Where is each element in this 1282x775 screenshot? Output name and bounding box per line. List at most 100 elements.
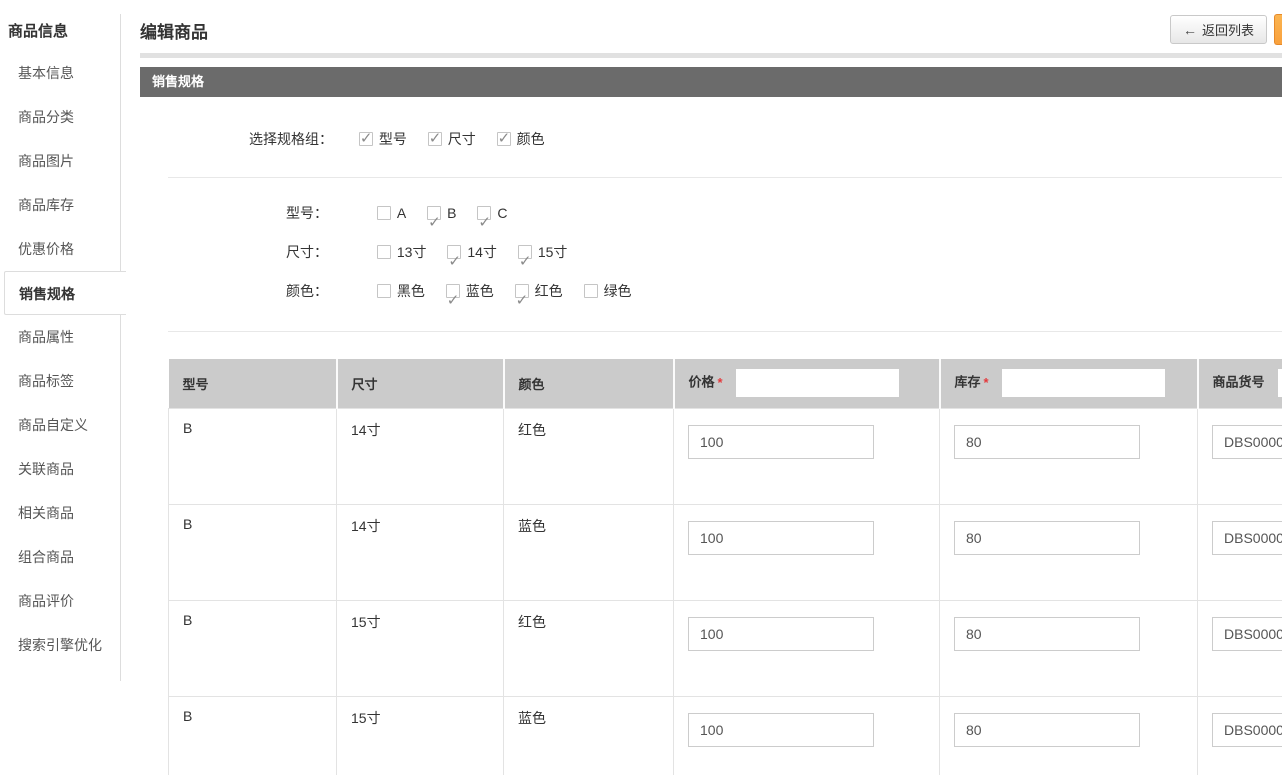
cell-size: 14寸	[336, 407, 504, 505]
checkmark-icon: ✓	[478, 214, 491, 231]
sidebar-item-seo[interactable]: 搜索引擎优化	[0, 623, 121, 667]
main-panel: 编辑商品 ← 返回列表 销售规格 选择规格组： ✓ 型号 ✓ 尺寸 ✓ 颜色 型号：	[121, 0, 1282, 775]
price-batch-input[interactable]	[736, 369, 900, 398]
page-title: 编辑商品	[140, 23, 208, 42]
sidebar-item-sales-spec[interactable]: 销售规格	[4, 271, 126, 315]
col-header-color: 颜色	[502, 359, 674, 408]
spec-option-label: 13寸	[396, 244, 427, 260]
cell-color: 红色	[503, 407, 674, 505]
price-input[interactable]	[688, 712, 874, 747]
checkbox-15inch[interactable]: ✓	[517, 245, 532, 270]
back-to-list-label: 返回列表	[1201, 23, 1254, 38]
spec-option-label: C	[497, 205, 508, 221]
sidebar-item-category[interactable]: 商品分类	[0, 95, 121, 139]
sidebar-item-tags[interactable]: 商品标签	[0, 359, 121, 403]
sku-input[interactable]	[1212, 520, 1282, 555]
checkmark-icon: ✓	[446, 292, 460, 309]
checkbox-14inch[interactable]: ✓	[447, 245, 462, 270]
cell-size: 15寸	[336, 599, 504, 697]
stock-batch-input[interactable]	[1002, 369, 1166, 398]
sku-row: B 14寸 蓝色	[168, 503, 1282, 601]
sku-input[interactable]	[1212, 616, 1282, 651]
sidebar-item-reviews[interactable]: 商品评价	[0, 579, 121, 623]
sidebar-header: 商品信息	[8, 23, 69, 40]
checkmark-icon: ✓	[428, 130, 442, 147]
stock-input[interactable]	[954, 520, 1140, 555]
checkbox-green[interactable]: ✓	[583, 284, 598, 298]
checkbox-size[interactable]: ✓	[427, 130, 442, 147]
spec-option-15inch[interactable]: ✓ 15寸	[517, 233, 567, 272]
spec-group-row: 选择规格组： ✓ 型号 ✓ 尺寸 ✓ 颜色	[168, 97, 1282, 177]
sku-batch-input[interactable]	[1278, 369, 1282, 398]
cell-sku	[1197, 407, 1282, 505]
spec-option-label: A	[396, 205, 407, 221]
cell-color: 蓝色	[503, 695, 674, 775]
col-header-label: 价格	[688, 374, 715, 390]
cell-sku	[1197, 599, 1282, 697]
spec-option-A[interactable]: ✓A	[376, 194, 407, 233]
spec-option-black[interactable]: ✓ 黑色	[376, 272, 425, 311]
price-input[interactable]	[688, 424, 874, 459]
cell-size: 14寸	[336, 503, 504, 601]
checkmark-icon: ✓	[448, 253, 461, 270]
stock-input[interactable]	[954, 712, 1140, 747]
stock-input[interactable]	[954, 616, 1140, 651]
checkbox-black[interactable]: ✓	[376, 284, 391, 298]
sidebar-item-related-products[interactable]: 相关商品	[0, 491, 121, 535]
sku-row: B 14寸 红色	[168, 407, 1282, 505]
divider	[168, 331, 1282, 332]
spec-option-B[interactable]: ✓ B	[427, 194, 456, 233]
section-header-sales-spec: 销售规格	[140, 67, 1282, 97]
sidebar-item-bundle-products[interactable]: 组合商品	[0, 535, 121, 579]
save-button-partial[interactable]	[1274, 14, 1282, 45]
checkbox-color[interactable]: ✓	[496, 130, 511, 147]
price-input[interactable]	[688, 520, 874, 555]
spec-group-option-color[interactable]: ✓ 颜色	[496, 129, 545, 149]
cell-stock	[939, 503, 1198, 601]
sku-input[interactable]	[1212, 424, 1282, 459]
sidebar-item-custom[interactable]: 商品自定义	[0, 403, 121, 447]
sidebar-item-attributes[interactable]: 商品属性	[0, 315, 121, 359]
spec-option-green[interactable]: ✓ 绿色	[583, 272, 632, 311]
spec-group-option-size[interactable]: ✓ 尺寸	[427, 129, 476, 149]
sidebar-item-discount-price[interactable]: 优惠价格	[0, 227, 121, 271]
back-to-list-button[interactable]: ← 返回列表	[1169, 15, 1267, 44]
checkbox-C[interactable]: ✓	[477, 206, 492, 231]
price-input[interactable]	[688, 616, 874, 651]
col-header-label: 库存	[954, 374, 981, 390]
stock-input[interactable]	[954, 424, 1140, 459]
sku-input[interactable]	[1212, 712, 1282, 747]
sidebar-nav: 基本信息 商品分类 商品图片 商品库存 优惠价格 销售规格 商品属性 商品标签 …	[0, 45, 126, 667]
checkbox-A[interactable]: ✓	[376, 206, 391, 220]
checkbox-13inch[interactable]: ✓	[376, 245, 391, 259]
sidebar-item-inventory[interactable]: 商品库存	[0, 183, 121, 227]
checkbox-model[interactable]: ✓	[358, 130, 373, 147]
col-header-label: 尺寸	[351, 376, 378, 392]
col-header-size: 尺寸	[335, 359, 504, 408]
sidebar: 商品信息 基本信息 商品分类 商品图片 商品库存 优惠价格 销售规格 商品属性 …	[0, 0, 126, 681]
spec-options-block: 型号： ✓A ✓B ✓C 尺寸： ✓13寸 ✓14寸	[168, 178, 1282, 331]
spec-option-label: 黑色	[396, 283, 425, 299]
cell-model: B	[168, 407, 337, 505]
sidebar-item-images[interactable]: 商品图片	[0, 139, 121, 183]
spec-row-label: 型号：	[286, 205, 328, 221]
checkmark-icon: ✓	[428, 214, 441, 231]
col-header-sku: 商品货号	[1196, 359, 1282, 408]
checkbox-B[interactable]: ✓	[427, 206, 442, 231]
sidebar-item-basic-info[interactable]: 基本信息	[0, 51, 121, 95]
cell-stock	[939, 695, 1198, 775]
col-header-stock: 库存 *	[938, 359, 1198, 408]
col-header-label: 颜色	[518, 376, 545, 392]
cell-sku	[1197, 503, 1282, 601]
spec-option-C[interactable]: ✓ C	[477, 194, 507, 233]
col-header-label: 型号	[182, 376, 209, 392]
sku-row: B 15寸 蓝色	[168, 695, 1282, 775]
sidebar-item-linked-products[interactable]: 关联商品	[0, 447, 121, 491]
cell-size: 15寸	[336, 695, 504, 775]
spec-group-option-model[interactable]: ✓ 型号	[358, 129, 407, 149]
cell-color: 红色	[503, 599, 674, 697]
col-header-model: 型号	[168, 359, 337, 408]
spec-option-13inch[interactable]: ✓ 13寸	[376, 233, 427, 272]
checkbox-red[interactable]: ✓	[514, 284, 529, 309]
checkbox-blue[interactable]: ✓	[445, 284, 460, 309]
